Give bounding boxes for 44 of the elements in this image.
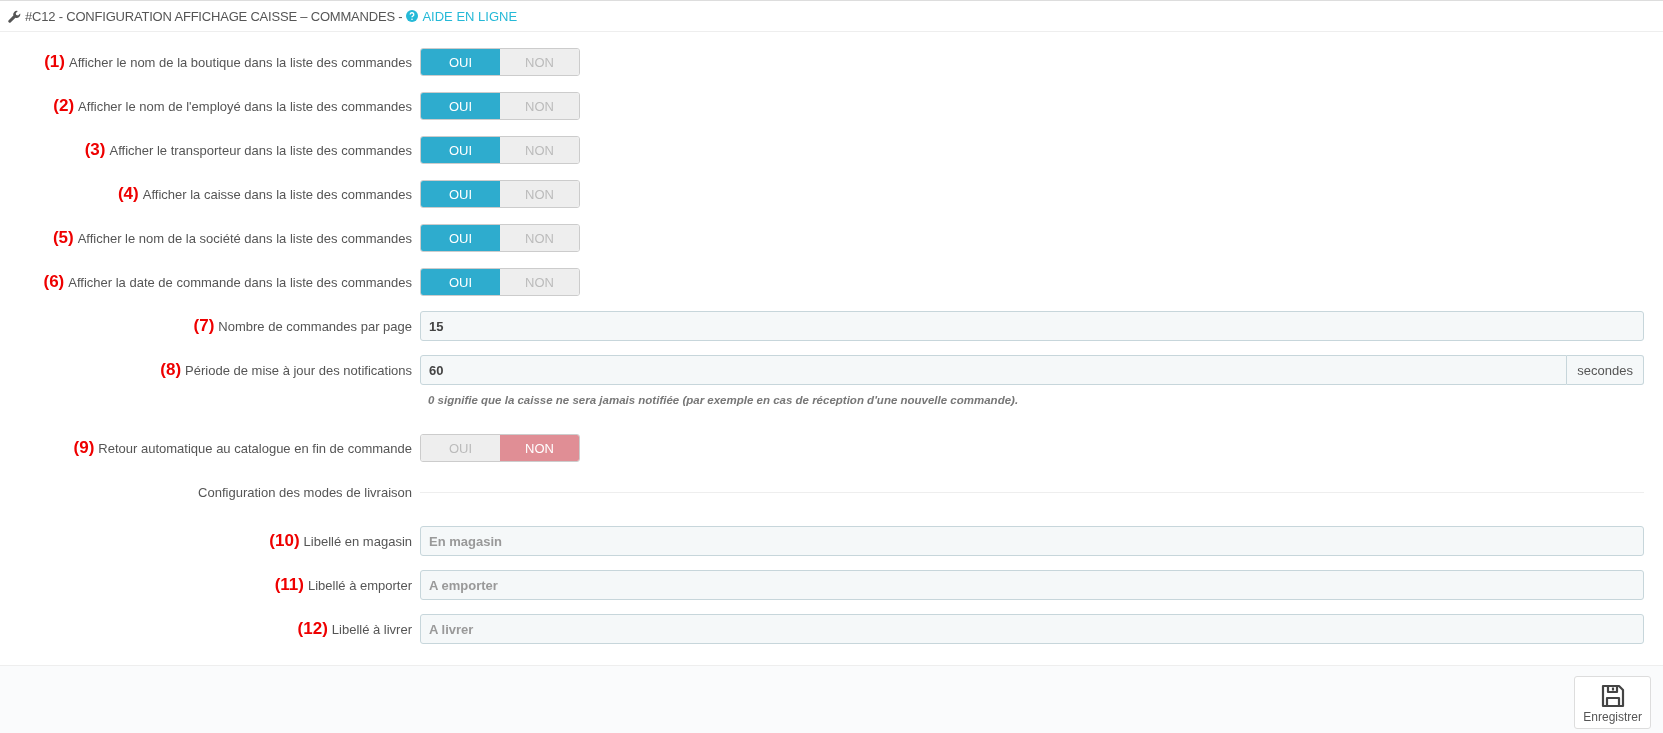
section-title: #C12 - CONFIGURATION AFFICHAGE CAISSE – COMMANDES - (25, 8, 403, 24)
annotation-number: (11) (274, 575, 304, 595)
field-label: Afficher le nom de la boutique dans la liste des commandes (69, 54, 412, 70)
annotation-number: (10) (269, 531, 300, 551)
switch-option[interactable]: OUI (421, 181, 500, 207)
annotation-number: (12) (297, 619, 328, 639)
input-field[interactable]: 60 (420, 355, 1568, 385)
switch-option[interactable]: OUI (421, 49, 500, 75)
switch-option[interactable]: OUI (421, 93, 500, 119)
annotation-number: (3) (84, 140, 106, 160)
annotation-number: (6) (43, 272, 65, 292)
help-icon (406, 10, 419, 22)
online-help-link[interactable]: AIDE EN LIGNE (422, 8, 518, 24)
field-label: Afficher le transporteur dans la liste des commandes (109, 142, 412, 158)
field-label: Afficher la caisse dans la liste des commandes (142, 186, 412, 202)
input-field[interactable]: A emporter (420, 570, 1644, 600)
input-field[interactable]: A livrer (420, 614, 1644, 644)
input-field[interactable]: En magasin (420, 526, 1644, 556)
field-label: Afficher le nom de l'employé dans la liste des commandes (78, 98, 412, 114)
field-label: Afficher le nom de la société dans la liste des commandes (77, 230, 412, 246)
field-label: Libellé en magasin (303, 533, 412, 549)
field-label: Libellé à emporter (307, 577, 412, 593)
field-label: Période de mise à jour des notifications (185, 362, 412, 378)
switch-option[interactable]: OUI (421, 225, 500, 251)
switch-option[interactable]: NON (500, 435, 579, 461)
input-field[interactable]: 15 (420, 311, 1644, 341)
annotation-number: (1) (44, 52, 65, 72)
field-label: Libellé à livrer (331, 621, 412, 637)
save-button[interactable]: Enregistrer (1574, 676, 1651, 729)
annotation-number: (8) (160, 360, 182, 380)
field-label: Nombre de commandes par page (218, 318, 412, 334)
annotation-number: (9) (73, 438, 95, 458)
annotation-number: (2) (53, 96, 75, 116)
switch-option[interactable]: OUI (421, 137, 500, 163)
annotation-number: (7) (193, 316, 215, 336)
field-label: Afficher la date de commande dans la liste des commandes (68, 274, 412, 290)
help-text: 0 signifie que la caisse ne sera jamais notifiée (par exemple en cas de réception d'une nouvelle commande). (428, 394, 1019, 406)
switch-option[interactable]: OUI (421, 269, 500, 295)
section-heading: Configuration des modes de livraison (198, 484, 412, 500)
wrench-icon (8, 9, 21, 23)
unit-addon: secondes (1567, 355, 1644, 385)
annotation-number: (5) (52, 228, 74, 248)
field-label: Retour automatique au catalogue en fin de commande (98, 440, 412, 456)
annotation-number: (4) (117, 184, 139, 204)
